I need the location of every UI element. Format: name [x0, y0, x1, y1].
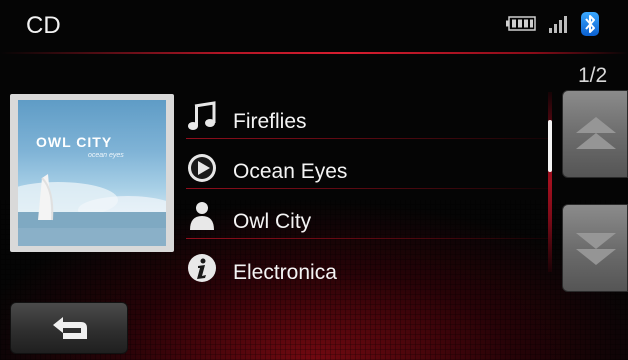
- scrollbar-thumb[interactable]: [548, 120, 552, 172]
- bluetooth-icon: [581, 12, 599, 36]
- row-divider: [186, 188, 548, 189]
- album-art: OWL CITY ocean eyes: [10, 94, 174, 252]
- scroll-down-button[interactable]: [562, 204, 628, 292]
- double-chevron-up-icon: [576, 117, 616, 149]
- double-chevron-down-icon: [576, 233, 616, 265]
- row-divider: [186, 138, 548, 139]
- album-cover-image: OWL CITY ocean eyes: [18, 100, 166, 246]
- song-title: Fireflies: [233, 110, 307, 133]
- battery-icon: [506, 16, 536, 31]
- list-item-artist: Owl City: [186, 200, 536, 248]
- return-arrow-icon: [53, 317, 87, 339]
- info-icon: [188, 254, 216, 282]
- list-item-genre: Electronica: [186, 250, 536, 298]
- play-circle-icon: [188, 154, 216, 182]
- music-note-icon: [188, 101, 216, 130]
- header-bar: CD: [0, 0, 628, 56]
- genre-name: Electronica: [233, 261, 337, 284]
- page-indicator: 1/2: [578, 64, 608, 87]
- back-button[interactable]: [10, 302, 128, 354]
- signal-bars-icon: [549, 16, 567, 33]
- list-item-album: Ocean Eyes: [186, 150, 536, 198]
- album-artist-text: OWL CITY: [36, 134, 113, 150]
- header-divider: [0, 52, 628, 54]
- scroll-up-button[interactable]: [562, 90, 628, 178]
- page-title: CD: [26, 12, 61, 39]
- scrollbar-track[interactable]: [548, 92, 552, 272]
- list-item-song: Fireflies: [186, 100, 536, 148]
- artist-name: Owl City: [233, 210, 312, 233]
- person-icon: [190, 202, 214, 230]
- row-divider: [186, 238, 548, 239]
- album-subtitle-text: ocean eyes: [88, 152, 124, 159]
- album-title: Ocean Eyes: [233, 160, 348, 183]
